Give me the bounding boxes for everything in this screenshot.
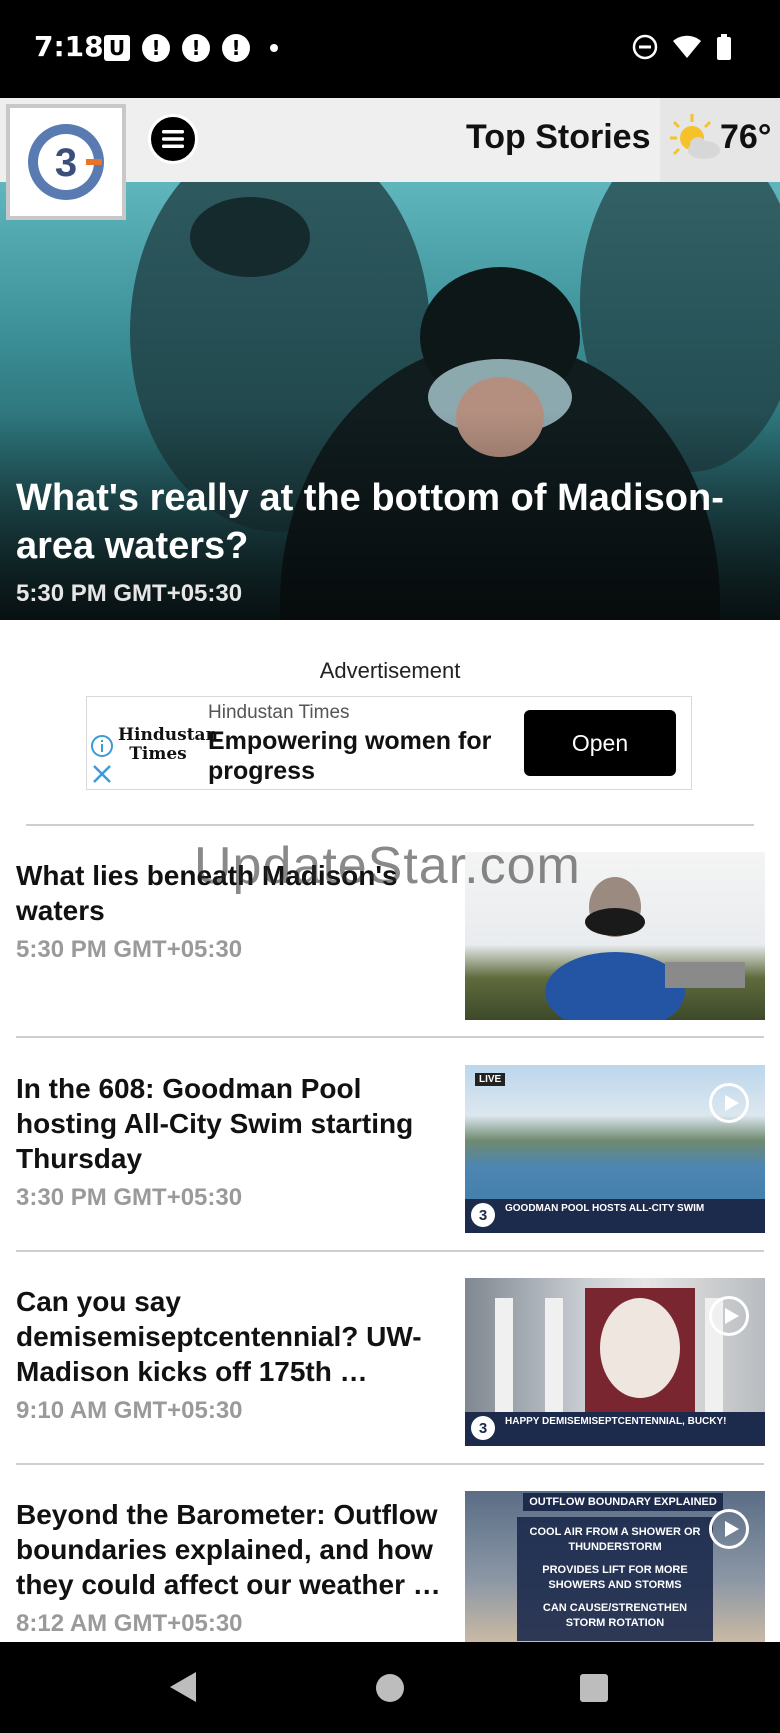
info-line: COOL AIR FROM A SHOWER OR THUNDERSTORM — [529, 1526, 701, 1553]
status-bar: 7:18 U ! ! ! — [0, 0, 780, 98]
dot-icon — [270, 44, 278, 52]
play-icon[interactable] — [709, 1083, 749, 1123]
story-thumbnail[interactable]: LIVE 3 GOODMAN POOL HOSTS ALL-CITY SWIM — [465, 1065, 765, 1233]
story-thumbnail[interactable]: OUTFLOW BOUNDARY EXPLAINED COOL AIR FROM… — [465, 1491, 765, 1642]
lower-third: 3 GOODMAN POOL HOSTS ALL-CITY SWIM — [465, 1199, 765, 1233]
channel-3-logo-icon: 3 — [471, 1203, 495, 1227]
story-timestamp: 8:12 AM GMT+05:30 — [16, 1610, 243, 1637]
story-timestamp: 9:10 AM GMT+05:30 — [16, 1397, 243, 1424]
alert-icon: ! — [142, 34, 170, 62]
alert-icon: ! — [182, 34, 210, 62]
info-line: PROVIDES LIFT FOR MORE SHOWERS AND STORM… — [542, 1564, 688, 1591]
story-title[interactable]: In the 608: Goodman Pool hosting All-Cit… — [16, 1071, 446, 1176]
thumbnail-caption: HAPPY DEMISEMISEPTCENTENNIAL, BUCKY! — [505, 1416, 727, 1427]
svg-text:3: 3 — [55, 141, 77, 185]
ad-close-icon[interactable] — [90, 762, 114, 786]
system-icons — [632, 34, 732, 60]
info-panel: COOL AIR FROM A SHOWER OR THUNDERSTORM P… — [517, 1517, 713, 1641]
partly-sunny-icon — [670, 114, 720, 159]
hero-story[interactable]: What's really at the bottom of Madison-a… — [0, 182, 780, 620]
ad-source: Hindustan Times — [208, 702, 350, 723]
live-badge: LIVE — [475, 1073, 506, 1086]
home-icon[interactable] — [376, 1674, 404, 1702]
story-separator — [16, 1036, 764, 1038]
battery-icon — [717, 34, 731, 60]
story-separator — [16, 1463, 764, 1465]
info-line: CAN CAUSE/STRENGTHEN STORM ROTATION — [542, 1602, 688, 1629]
channel-3-logo-icon: 3 — [471, 1416, 495, 1440]
hamburger-menu-icon — [162, 130, 184, 148]
ad-open-button[interactable]: Open — [524, 710, 676, 776]
recents-icon[interactable] — [580, 1674, 608, 1702]
channel-3-logo[interactable]: 3 — [6, 104, 126, 220]
thumbnail-caption: OUTFLOW BOUNDARY EXPLAINED — [523, 1493, 723, 1511]
ad-info-icon[interactable] — [90, 734, 114, 758]
alert-icon: ! — [222, 34, 250, 62]
play-icon[interactable] — [709, 1296, 749, 1336]
lower-third: 3 HAPPY DEMISEMISEPTCENTENNIAL, BUCKY! — [465, 1412, 765, 1446]
do-not-disturb-icon — [632, 34, 658, 60]
story-thumbnail[interactable]: 3 HAPPY DEMISEMISEPTCENTENNIAL, BUCKY! — [465, 1278, 765, 1446]
temperature: 76° — [720, 118, 772, 156]
status-time: 7:18 — [34, 30, 104, 63]
story-title[interactable]: Beyond the Barometer: Outflow boundaries… — [16, 1497, 446, 1602]
page-title: Top Stories — [466, 118, 651, 156]
wifi-icon — [673, 35, 701, 58]
advertisement-label: Advertisement — [319, 658, 461, 683]
channel-3-logo-icon: 3 — [28, 124, 104, 200]
story-title[interactable]: Can you say demisemiseptcentennial? UW-M… — [16, 1284, 446, 1389]
back-icon[interactable] — [170, 1672, 196, 1702]
watermark: UpdateStar.com — [194, 837, 581, 895]
u-notification-icon: U — [104, 35, 130, 61]
story-separator — [16, 1250, 764, 1252]
notification-icons: U ! ! ! — [104, 34, 278, 62]
thumbnail-caption: GOODMAN POOL HOSTS ALL-CITY SWIM — [505, 1203, 705, 1214]
story-timestamp: 5:30 PM GMT+05:30 — [16, 936, 243, 963]
story-timestamp: 3:30 PM GMT+05:30 — [16, 1184, 243, 1211]
hero-title[interactable]: What's really at the bottom of Madison-a… — [16, 474, 776, 570]
divider — [26, 824, 754, 826]
ad-headline[interactable]: Empowering women for progress — [208, 726, 508, 786]
hero-timestamp: 5:30 PM GMT+05:30 — [16, 580, 243, 607]
play-icon[interactable] — [709, 1509, 749, 1549]
menu-button[interactable] — [148, 114, 198, 164]
ad-logo: Hindustan Times — [118, 725, 218, 764]
